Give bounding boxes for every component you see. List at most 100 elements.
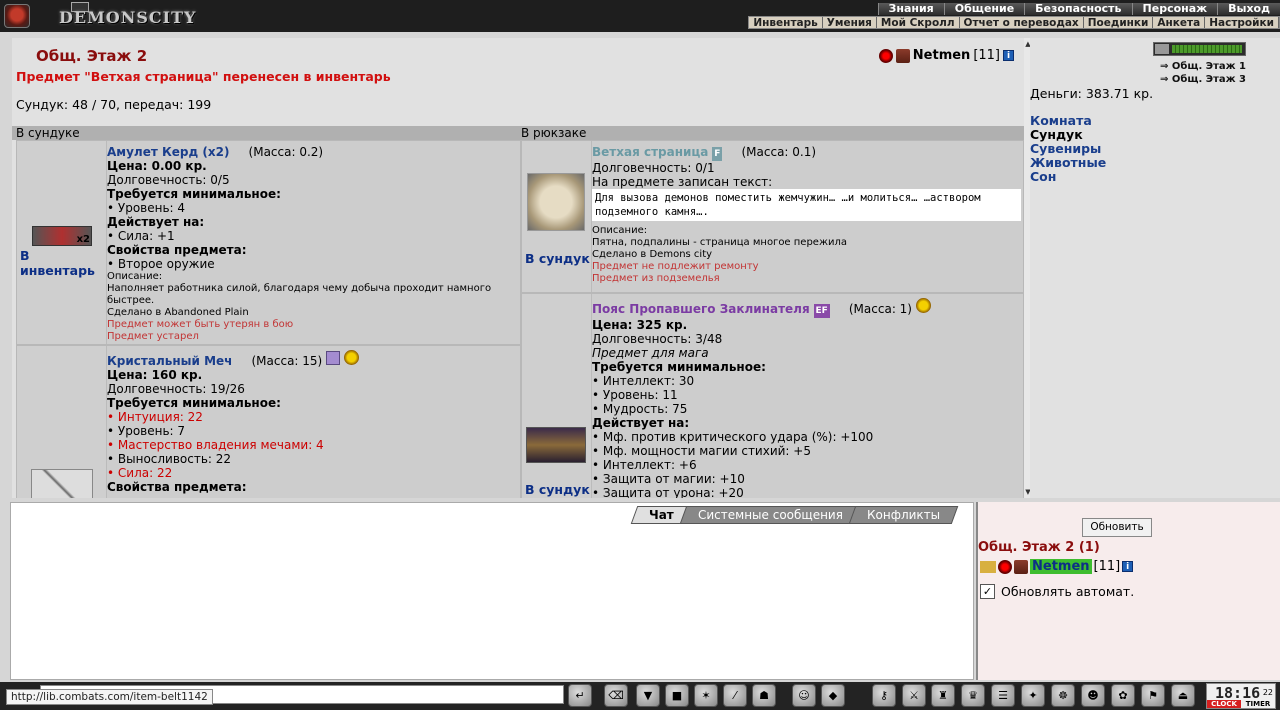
item-durability: Долговечность: 0/5 [107,173,230,187]
subnav-battles[interactable]: Поединки [1084,17,1154,29]
item-name[interactable]: Кристальный Меч [107,354,232,368]
nav-communication[interactable]: Общение [943,3,1025,15]
timer-label[interactable]: TIMER [1241,700,1275,708]
skull-icon[interactable]: ☗ [752,684,776,707]
game-logo[interactable]: DEMONSCITY [4,2,195,30]
badge-icon: F [712,147,723,161]
filter-icon[interactable]: ▼ [636,684,660,707]
clan-icon [998,559,1012,574]
group-icon[interactable]: ☻ [1081,684,1105,707]
helmet-icon[interactable]: ◆ [821,684,845,707]
username[interactable]: Netmen [913,48,971,63]
subnav-transfer-report[interactable]: Отчет о переводах [960,17,1084,29]
quest-icon[interactable]: ✦ [1021,684,1045,707]
nav-knowledge[interactable]: Знания [877,3,944,15]
item-mass: (Масса: 0.1) [741,145,817,159]
gift-icon [326,351,341,365]
subnav-profile[interactable]: Анкета [1153,17,1206,29]
item-durability: Долговечность: 19/26 [107,382,245,396]
lock-icon[interactable]: ⚷ [872,684,896,707]
subnav-inventory[interactable]: Инвентарь [749,17,823,29]
link-animals[interactable]: Животные [1030,156,1106,170]
subnav-scroll[interactable]: Мой Скролл [877,17,960,29]
req-line: • Уровень: 11 [592,388,678,402]
item-name[interactable]: Пояс Пропавшего Заклинателя [592,302,810,316]
backpack-header: В рюкзаке [517,126,1024,140]
backpack-item-page: В сундук Ветхая страница F (Масса: 0.1) … [521,140,1024,293]
info-icon[interactable]: i [1003,50,1014,61]
bag-icon[interactable]: ♜ [931,684,955,707]
player-name[interactable]: Netmen [1030,559,1092,574]
link-souvenirs[interactable]: Сувениры [1030,142,1106,156]
req-title: Требуется минимальное: [592,360,766,374]
hp-bar [1153,42,1246,56]
player-level: [11] [1093,559,1121,574]
send-icon[interactable]: ↵ [568,684,592,707]
nav-exit[interactable]: Выход [1217,3,1280,15]
floor-link-1[interactable]: ⇒ Общ. Этаж 1 [1160,60,1246,73]
warning-line: Предмет может быть утерян в бою [107,319,294,330]
smiley-icon[interactable]: ☺ [792,684,816,707]
sword-action-icon[interactable]: ⚔ [902,684,926,707]
eff-title: Действует на: [107,215,205,229]
clock-label[interactable]: CLOCK [1207,700,1241,708]
text-title: На предмете записан текст: [592,175,773,189]
paw-icon[interactable]: ✿ [1111,684,1135,707]
desc-title: Описание: [592,225,648,236]
crest-icon [4,4,30,28]
req-line: • Интуиция: 22 [107,410,203,424]
auto-refresh: ✓ Обновлять автомат. [980,584,1134,599]
page-icon[interactable] [527,173,585,231]
amulet-icon[interactable]: x2 [32,226,92,246]
refresh-button[interactable]: Обновить [1082,518,1152,537]
req-line: • Уровень: 7 [107,424,186,438]
players-panel: Обновить Общ. Этаж 2 (1) Netmen [11] i ✓… [976,502,1280,680]
user-tag: Netmen [11] i [878,48,1014,63]
save-icon[interactable]: ■ [665,684,689,707]
to-inventory-button[interactable]: В инвентарь [20,248,106,278]
eff-line: • Мф. мощности магии стихий: +5 [592,444,811,458]
game-panel: Общ. Этаж 2 Netmen [11] i Предмет "Ветха… [12,38,1024,498]
split-icon[interactable]: ⁄ [723,684,747,707]
to-chest-button[interactable]: В сундук [525,482,590,497]
scroll-icon[interactable]: ☰ [991,684,1015,707]
info-icon[interactable]: i [1122,561,1134,572]
eraser-icon[interactable]: ⌫ [604,684,628,707]
house-icon [895,48,910,63]
flag-action-icon[interactable]: ⚑ [1141,684,1165,707]
chest-item-sword: Кристальный Меч (Масса: 15) Цена: 160 кр… [16,345,521,498]
clock-seconds: 22 [1262,688,1273,697]
nav-security[interactable]: Безопасность [1024,3,1132,15]
link-sleep[interactable]: Сон [1030,170,1106,184]
item-mass: (Масса: 1) [848,302,912,316]
item-mass: (Масса: 0.2) [248,145,324,159]
room-title: Общ. Этаж 2 [36,47,148,65]
desc-title: Описание: [107,271,163,282]
exit-icon[interactable]: ⏏ [1171,684,1195,707]
tab-system-messages[interactable]: Системные сообщения [679,506,862,524]
item-durability: Долговечность: 3/48 [592,332,723,346]
trophy-icon[interactable]: ♛ [961,684,985,707]
auto-refresh-checkbox[interactable]: ✓ [980,584,995,599]
right-column: ⇒ Общ. Этаж 1 ⇒ Общ. Этаж 3 Деньги: 383.… [1030,38,1280,498]
crown-icon [980,560,996,573]
floor-links: ⇒ Общ. Этаж 1 ⇒ Общ. Этаж 3 [1160,60,1246,86]
status-message: Предмет "Ветхая страница" перенесен в ин… [16,69,391,84]
floor-link-3[interactable]: ⇒ Общ. Этаж 3 [1160,73,1246,86]
nav-character[interactable]: Персонаж [1131,3,1218,15]
demon-icon[interactable]: ☸ [1051,684,1075,707]
made-in: Сделано в Demons city [592,249,713,260]
to-chest-button[interactable]: В сундук [525,251,590,266]
subnav-settings[interactable]: Настройки [1205,17,1279,29]
belt-icon[interactable] [526,427,586,463]
tab-conflicts[interactable]: Конфликты [848,506,959,524]
subnav-skills[interactable]: Умения [823,17,877,29]
sword-icon[interactable] [31,469,93,498]
req-line: • Сила: 22 [107,466,173,480]
run-icon[interactable]: ✶ [694,684,718,707]
link-room[interactable]: Комната [1030,114,1106,128]
item-name[interactable]: Амулет Керд (x2) [107,145,229,159]
eff-line: • Сила: +1 [107,229,175,243]
item-name[interactable]: Ветхая страница [592,145,708,159]
chat-panel: Чат Системные сообщения Конфликты [10,502,974,680]
